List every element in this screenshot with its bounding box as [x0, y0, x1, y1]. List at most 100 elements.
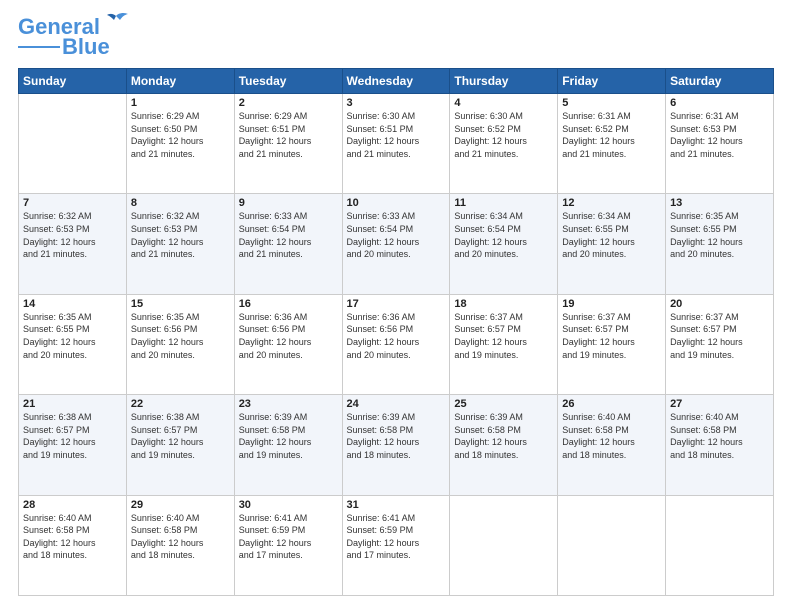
calendar-cell: 3Sunrise: 6:30 AM Sunset: 6:51 PM Daylig…	[342, 94, 450, 194]
calendar-cell: 30Sunrise: 6:41 AM Sunset: 6:59 PM Dayli…	[234, 495, 342, 595]
day-content: Sunrise: 6:34 AM Sunset: 6:54 PM Dayligh…	[454, 210, 553, 260]
day-number: 15	[131, 298, 230, 310]
day-content: Sunrise: 6:40 AM Sunset: 6:58 PM Dayligh…	[670, 411, 769, 461]
day-number: 22	[131, 398, 230, 410]
calendar-cell: 29Sunrise: 6:40 AM Sunset: 6:58 PM Dayli…	[126, 495, 234, 595]
day-number: 2	[239, 97, 338, 109]
day-number: 7	[23, 197, 122, 209]
day-content: Sunrise: 6:39 AM Sunset: 6:58 PM Dayligh…	[347, 411, 446, 461]
day-number: 11	[454, 197, 553, 209]
day-content: Sunrise: 6:35 AM Sunset: 6:55 PM Dayligh…	[670, 210, 769, 260]
day-number: 1	[131, 97, 230, 109]
calendar-cell: 20Sunrise: 6:37 AM Sunset: 6:57 PM Dayli…	[666, 294, 774, 394]
day-number: 28	[23, 499, 122, 511]
calendar-cell: 13Sunrise: 6:35 AM Sunset: 6:55 PM Dayli…	[666, 194, 774, 294]
day-content: Sunrise: 6:33 AM Sunset: 6:54 PM Dayligh…	[239, 210, 338, 260]
calendar-cell: 26Sunrise: 6:40 AM Sunset: 6:58 PM Dayli…	[558, 395, 666, 495]
weekday-header-tuesday: Tuesday	[234, 69, 342, 94]
page: General Blue SundayMondayTuesdayWednesda…	[0, 0, 792, 612]
calendar-cell	[558, 495, 666, 595]
day-content: Sunrise: 6:37 AM Sunset: 6:57 PM Dayligh…	[562, 311, 661, 361]
calendar-cell: 19Sunrise: 6:37 AM Sunset: 6:57 PM Dayli…	[558, 294, 666, 394]
day-content: Sunrise: 6:30 AM Sunset: 6:51 PM Dayligh…	[347, 110, 446, 160]
calendar-cell: 7Sunrise: 6:32 AM Sunset: 6:53 PM Daylig…	[19, 194, 127, 294]
day-number: 4	[454, 97, 553, 109]
day-content: Sunrise: 6:29 AM Sunset: 6:50 PM Dayligh…	[131, 110, 230, 160]
calendar-cell: 21Sunrise: 6:38 AM Sunset: 6:57 PM Dayli…	[19, 395, 127, 495]
day-content: Sunrise: 6:37 AM Sunset: 6:57 PM Dayligh…	[670, 311, 769, 361]
day-number: 8	[131, 197, 230, 209]
day-number: 29	[131, 499, 230, 511]
weekday-header-monday: Monday	[126, 69, 234, 94]
day-number: 10	[347, 197, 446, 209]
day-content: Sunrise: 6:40 AM Sunset: 6:58 PM Dayligh…	[131, 512, 230, 562]
day-number: 20	[670, 298, 769, 310]
calendar-cell: 11Sunrise: 6:34 AM Sunset: 6:54 PM Dayli…	[450, 194, 558, 294]
calendar-cell	[19, 94, 127, 194]
calendar-cell: 22Sunrise: 6:38 AM Sunset: 6:57 PM Dayli…	[126, 395, 234, 495]
day-content: Sunrise: 6:39 AM Sunset: 6:58 PM Dayligh…	[239, 411, 338, 461]
day-content: Sunrise: 6:29 AM Sunset: 6:51 PM Dayligh…	[239, 110, 338, 160]
day-number: 23	[239, 398, 338, 410]
logo: General Blue	[18, 16, 130, 58]
day-content: Sunrise: 6:34 AM Sunset: 6:55 PM Dayligh…	[562, 210, 661, 260]
calendar-cell: 14Sunrise: 6:35 AM Sunset: 6:55 PM Dayli…	[19, 294, 127, 394]
day-content: Sunrise: 6:30 AM Sunset: 6:52 PM Dayligh…	[454, 110, 553, 160]
day-number: 19	[562, 298, 661, 310]
calendar-cell: 2Sunrise: 6:29 AM Sunset: 6:51 PM Daylig…	[234, 94, 342, 194]
day-number: 31	[347, 499, 446, 511]
calendar-cell: 25Sunrise: 6:39 AM Sunset: 6:58 PM Dayli…	[450, 395, 558, 495]
day-number: 3	[347, 97, 446, 109]
calendar-cell: 4Sunrise: 6:30 AM Sunset: 6:52 PM Daylig…	[450, 94, 558, 194]
day-content: Sunrise: 6:35 AM Sunset: 6:56 PM Dayligh…	[131, 311, 230, 361]
day-number: 12	[562, 197, 661, 209]
day-content: Sunrise: 6:39 AM Sunset: 6:58 PM Dayligh…	[454, 411, 553, 461]
day-number: 14	[23, 298, 122, 310]
calendar-cell: 31Sunrise: 6:41 AM Sunset: 6:59 PM Dayli…	[342, 495, 450, 595]
day-number: 18	[454, 298, 553, 310]
day-content: Sunrise: 6:31 AM Sunset: 6:52 PM Dayligh…	[562, 110, 661, 160]
calendar-cell: 12Sunrise: 6:34 AM Sunset: 6:55 PM Dayli…	[558, 194, 666, 294]
calendar-cell: 8Sunrise: 6:32 AM Sunset: 6:53 PM Daylig…	[126, 194, 234, 294]
header: General Blue	[18, 16, 774, 58]
day-number: 13	[670, 197, 769, 209]
day-number: 25	[454, 398, 553, 410]
week-row-3: 14Sunrise: 6:35 AM Sunset: 6:55 PM Dayli…	[19, 294, 774, 394]
calendar-cell: 9Sunrise: 6:33 AM Sunset: 6:54 PM Daylig…	[234, 194, 342, 294]
weekday-header-thursday: Thursday	[450, 69, 558, 94]
calendar-cell: 27Sunrise: 6:40 AM Sunset: 6:58 PM Dayli…	[666, 395, 774, 495]
calendar-cell: 24Sunrise: 6:39 AM Sunset: 6:58 PM Dayli…	[342, 395, 450, 495]
day-number: 5	[562, 97, 661, 109]
day-number: 27	[670, 398, 769, 410]
calendar-cell: 23Sunrise: 6:39 AM Sunset: 6:58 PM Dayli…	[234, 395, 342, 495]
day-content: Sunrise: 6:38 AM Sunset: 6:57 PM Dayligh…	[23, 411, 122, 461]
day-content: Sunrise: 6:32 AM Sunset: 6:53 PM Dayligh…	[131, 210, 230, 260]
calendar-cell	[450, 495, 558, 595]
logo-blue: Blue	[62, 36, 110, 58]
week-row-1: 1Sunrise: 6:29 AM Sunset: 6:50 PM Daylig…	[19, 94, 774, 194]
day-content: Sunrise: 6:37 AM Sunset: 6:57 PM Dayligh…	[454, 311, 553, 361]
calendar-cell: 18Sunrise: 6:37 AM Sunset: 6:57 PM Dayli…	[450, 294, 558, 394]
day-content: Sunrise: 6:36 AM Sunset: 6:56 PM Dayligh…	[239, 311, 338, 361]
weekday-header-sunday: Sunday	[19, 69, 127, 94]
day-content: Sunrise: 6:36 AM Sunset: 6:56 PM Dayligh…	[347, 311, 446, 361]
day-content: Sunrise: 6:41 AM Sunset: 6:59 PM Dayligh…	[347, 512, 446, 562]
logo-bird-icon	[102, 12, 130, 34]
day-content: Sunrise: 6:40 AM Sunset: 6:58 PM Dayligh…	[562, 411, 661, 461]
day-content: Sunrise: 6:38 AM Sunset: 6:57 PM Dayligh…	[131, 411, 230, 461]
week-row-5: 28 Sunrise: 6:40 AM Sunset: 6:58 PM Dayli…	[19, 495, 774, 595]
day-number: 9	[239, 197, 338, 209]
calendar-cell	[666, 495, 774, 595]
day-number: 26	[562, 398, 661, 410]
day-number: 16	[239, 298, 338, 310]
day-content: Sunrise: 6:31 AM Sunset: 6:53 PM Dayligh…	[670, 110, 769, 160]
weekday-header-friday: Friday	[558, 69, 666, 94]
calendar-cell: 28Sunrise: 6:40 AM Sunset: 6:58 PM Dayli…	[19, 495, 127, 595]
weekday-header-row: SundayMondayTuesdayWednesdayThursdayFrid…	[19, 69, 774, 94]
calendar-cell: 5Sunrise: 6:31 AM Sunset: 6:52 PM Daylig…	[558, 94, 666, 194]
week-row-4: 21Sunrise: 6:38 AM Sunset: 6:57 PM Dayli…	[19, 395, 774, 495]
day-number: 30	[239, 499, 338, 511]
day-content: Sunrise: 6:33 AM Sunset: 6:54 PM Dayligh…	[347, 210, 446, 260]
day-content: Sunrise: 6:32 AM Sunset: 6:53 PM Dayligh…	[23, 210, 122, 260]
day-number: 21	[23, 398, 122, 410]
